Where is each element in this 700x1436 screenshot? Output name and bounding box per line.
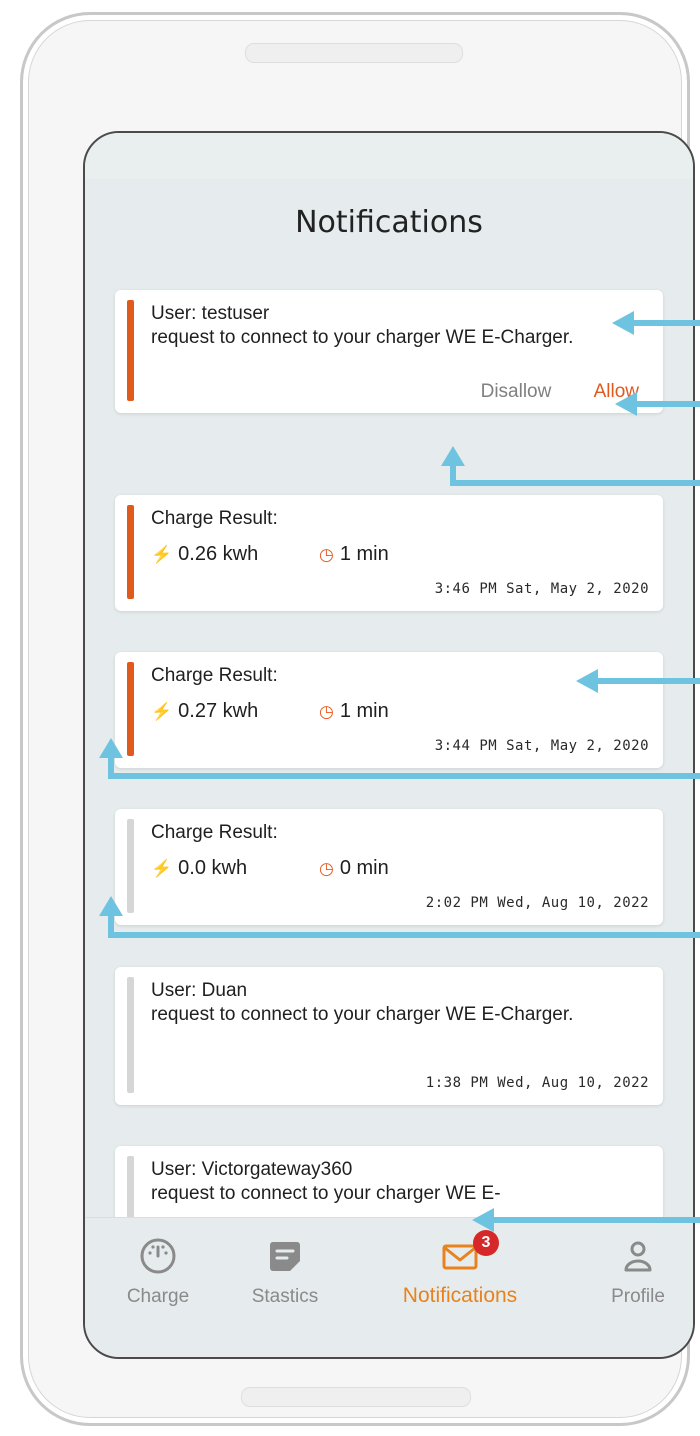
notification-user: User: testuser bbox=[151, 303, 270, 324]
clock-icon: ◷ bbox=[319, 702, 334, 721]
tab-notifications[interactable]: 3 Notifications bbox=[385, 1218, 535, 1308]
tab-label: Stastics bbox=[251, 1286, 319, 1307]
earpiece-speaker bbox=[245, 43, 463, 63]
annotation-arrow-line bbox=[108, 932, 700, 938]
notification-timestamp: 3:44 PM Sat, May 2, 2020 bbox=[434, 738, 649, 754]
notification-text: User: testuser request to connect to you… bbox=[151, 302, 645, 350]
annotation-arrow-line bbox=[632, 320, 700, 326]
unread-indicator bbox=[127, 300, 134, 401]
charge-stats: ⚡ 0.0 kwh ◷ 0 min bbox=[151, 857, 389, 880]
home-indicator bbox=[241, 1387, 471, 1407]
notification-card-request[interactable]: User: testuser request to connect to you… bbox=[115, 290, 663, 413]
page-title: Notifications bbox=[295, 205, 483, 240]
annotation-arrow-line bbox=[450, 480, 700, 486]
notification-timestamp: 2:02 PM Wed, Aug 10, 2022 bbox=[425, 895, 649, 911]
gauge-icon bbox=[140, 1238, 176, 1274]
notification-text: User: Victorgateway360 request to connec… bbox=[151, 1158, 645, 1206]
read-indicator bbox=[127, 819, 134, 913]
energy-value: 0.27 kwh bbox=[178, 700, 259, 722]
unread-indicator bbox=[127, 505, 134, 599]
charge-heading: Charge Result: bbox=[151, 665, 278, 686]
annotation-arrowhead bbox=[612, 311, 634, 335]
status-bar bbox=[85, 133, 693, 179]
annotation-arrowhead bbox=[576, 669, 598, 693]
charge-stats: ⚡ 0.27 kwh ◷ 1 min bbox=[151, 700, 389, 723]
tab-label: Notifications bbox=[402, 1284, 518, 1307]
duration-value: 1 min bbox=[339, 700, 389, 722]
energy-value: 0.0 kwh bbox=[178, 857, 248, 879]
energy-value: 0.26 kwh bbox=[178, 543, 259, 565]
bolt-icon: ⚡ bbox=[151, 859, 173, 878]
duration-stat: ◷ 1 min bbox=[319, 700, 389, 723]
annotation-arrow-line bbox=[494, 1217, 700, 1223]
annotation-arrow-line bbox=[598, 678, 700, 684]
bolt-icon: ⚡ bbox=[151, 702, 173, 721]
notification-message: request to connect to your charger WE E-… bbox=[151, 1004, 574, 1025]
report-icon bbox=[270, 1242, 300, 1271]
phone-frame: Notifications User: testuser request to … bbox=[20, 12, 695, 1426]
annotation-arrowhead bbox=[441, 446, 465, 466]
duration-value: 1 min bbox=[339, 543, 389, 565]
annotation-arrow-line bbox=[108, 914, 114, 936]
notification-card-charge[interactable]: Charge Result: ⚡ 0.0 kwh ◷ 0 min 2:02 PM We… bbox=[115, 809, 663, 925]
app-screen: Notifications User: testuser request to … bbox=[83, 131, 695, 1359]
duration-stat: ◷ 0 min bbox=[319, 857, 389, 880]
annotation-arrowhead bbox=[472, 1208, 494, 1232]
bottom-tab-bar: Charge Stastics 3 Notifications Profile bbox=[85, 1217, 693, 1357]
tab-profile[interactable]: Profile bbox=[563, 1218, 693, 1308]
unread-indicator bbox=[127, 662, 134, 756]
annotation-arrowhead bbox=[99, 896, 123, 916]
disallow-button[interactable]: Disallow bbox=[481, 381, 552, 402]
annotation-arrow-line bbox=[108, 773, 700, 779]
duration-stat: ◷ 1 min bbox=[319, 543, 389, 566]
charge-stats: ⚡ 0.26 kwh ◷ 1 min bbox=[151, 543, 389, 566]
notification-timestamp: 1:38 PM Wed, Aug 10, 2022 bbox=[425, 1075, 649, 1091]
notification-text: User: Duan request to connect to your ch… bbox=[151, 979, 645, 1027]
notification-card-request[interactable]: User: Duan request to connect to your ch… bbox=[115, 967, 663, 1105]
clock-icon: ◷ bbox=[319, 545, 334, 564]
unread-count-badge: 3 bbox=[473, 1230, 499, 1256]
notification-message: request to connect to your charger WE E- bbox=[151, 1183, 501, 1204]
charge-heading: Charge Result: bbox=[151, 508, 278, 529]
notification-user: User: Victorgateway360 bbox=[151, 1159, 353, 1180]
annotation-arrow-line bbox=[450, 464, 456, 486]
duration-value: 0 min bbox=[339, 857, 389, 879]
notification-card-charge[interactable]: Charge Result: ⚡ 0.26 kwh ◷ 1 min 3:46 PM S… bbox=[115, 495, 663, 611]
read-indicator bbox=[127, 977, 134, 1093]
charge-heading: Charge Result: bbox=[151, 822, 278, 843]
notification-user: User: Duan bbox=[151, 980, 248, 1001]
tab-stastics[interactable]: Stastics bbox=[210, 1218, 360, 1308]
energy-stat: ⚡ 0.27 kwh bbox=[151, 700, 319, 723]
annotation-arrowhead bbox=[99, 738, 123, 758]
energy-stat: ⚡ 0.0 kwh bbox=[151, 857, 319, 880]
bolt-icon: ⚡ bbox=[151, 545, 173, 564]
energy-stat: ⚡ 0.26 kwh bbox=[151, 543, 319, 566]
annotation-arrowhead bbox=[615, 392, 637, 416]
annotation-arrow-line bbox=[108, 756, 114, 776]
clock-icon: ◷ bbox=[319, 859, 334, 878]
person-icon bbox=[624, 1241, 652, 1272]
annotation-arrow-line bbox=[637, 401, 700, 407]
notification-message: request to connect to your charger WE E-… bbox=[151, 327, 574, 348]
tab-label: Profile bbox=[611, 1286, 665, 1307]
notification-timestamp: 3:46 PM Sat, May 2, 2020 bbox=[434, 581, 649, 597]
